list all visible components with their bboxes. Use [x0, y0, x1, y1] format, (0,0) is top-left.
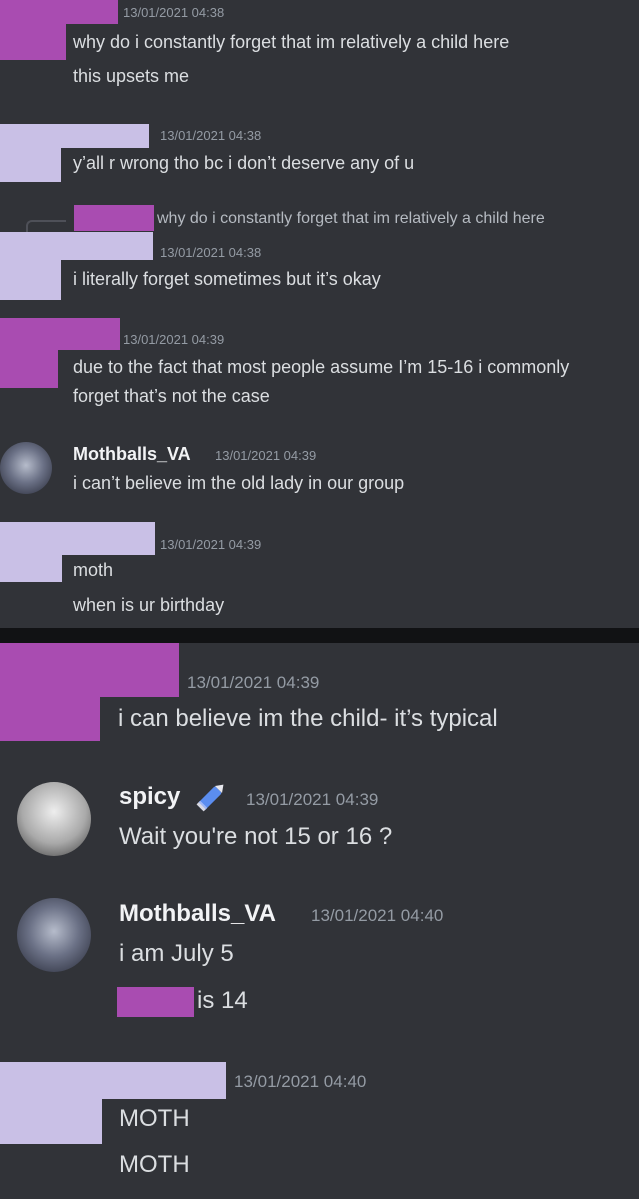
redacted-username	[61, 124, 149, 148]
message-text: forget that’s not the case	[73, 386, 270, 406]
redacted-avatar	[0, 643, 100, 741]
message-text: i can believe im the child- it’s typical	[118, 705, 498, 732]
username[interactable]: spicy	[119, 783, 180, 811]
redacted-username	[61, 232, 153, 260]
message-text: i literally forget sometimes but it’s ok…	[73, 269, 381, 289]
message-timestamp: 13/01/2021 04:40	[311, 906, 444, 925]
message-timestamp: 13/01/2021 04:39	[123, 332, 225, 347]
username[interactable]: Mothballs_VA	[119, 900, 276, 928]
message-timestamp: 13/01/2021 04:40	[234, 1072, 367, 1091]
redacted-username	[102, 1062, 226, 1099]
redacted-username	[66, 0, 118, 24]
message-text: why do i constantly forget that im relat…	[73, 32, 510, 52]
redacted-username	[62, 522, 155, 555]
mothballs-avatar[interactable]	[17, 898, 91, 972]
message-text: when is ur birthday	[73, 595, 225, 615]
message-text: Wait you're not 15 or 16 ?	[119, 823, 393, 850]
redacted-avatar	[0, 522, 62, 582]
mothballs-avatar[interactable]	[0, 442, 52, 494]
redacted-avatar	[0, 124, 61, 182]
pencil-icon	[190, 782, 230, 814]
redacted-reply-username	[74, 205, 154, 231]
message-text: MOTH	[119, 1105, 190, 1132]
message-timestamp: 13/01/2021 04:39	[246, 790, 379, 809]
message-text: MOTH	[119, 1151, 190, 1178]
message-timestamp: 13/01/2021 04:39	[160, 537, 262, 552]
redacted-avatar	[0, 1062, 102, 1144]
message-text: i am July 5	[119, 940, 234, 967]
message-text: moth	[73, 560, 114, 580]
spicy-avatar[interactable]	[17, 782, 91, 856]
username[interactable]: Mothballs_VA	[73, 444, 191, 465]
screenshot-divider	[0, 628, 639, 643]
message-timestamp: 13/01/2021 04:39	[187, 673, 320, 692]
message-text: y’all r wrong tho bc i don’t deserve any…	[73, 153, 415, 173]
redacted-username	[58, 318, 120, 350]
redacted-mention	[117, 987, 194, 1017]
message-text: due to the fact that most people assume …	[73, 357, 570, 377]
message-timestamp: 13/01/2021 04:38	[160, 245, 262, 260]
message-timestamp: 13/01/2021 04:38	[123, 5, 225, 20]
reply-preview-text[interactable]: why do i constantly forget that im relat…	[157, 210, 545, 228]
message-timestamp: 13/01/2021 04:39	[215, 448, 317, 463]
redacted-avatar	[0, 232, 61, 300]
redacted-avatar	[0, 0, 66, 60]
redacted-avatar	[0, 318, 58, 388]
redacted-username	[100, 643, 179, 697]
message-timestamp: 13/01/2021 04:38	[160, 128, 262, 143]
message-text: this upsets me	[73, 66, 190, 86]
message-text: is 14	[197, 987, 248, 1014]
message-text: i can’t believe im the old lady in our g…	[73, 473, 405, 493]
